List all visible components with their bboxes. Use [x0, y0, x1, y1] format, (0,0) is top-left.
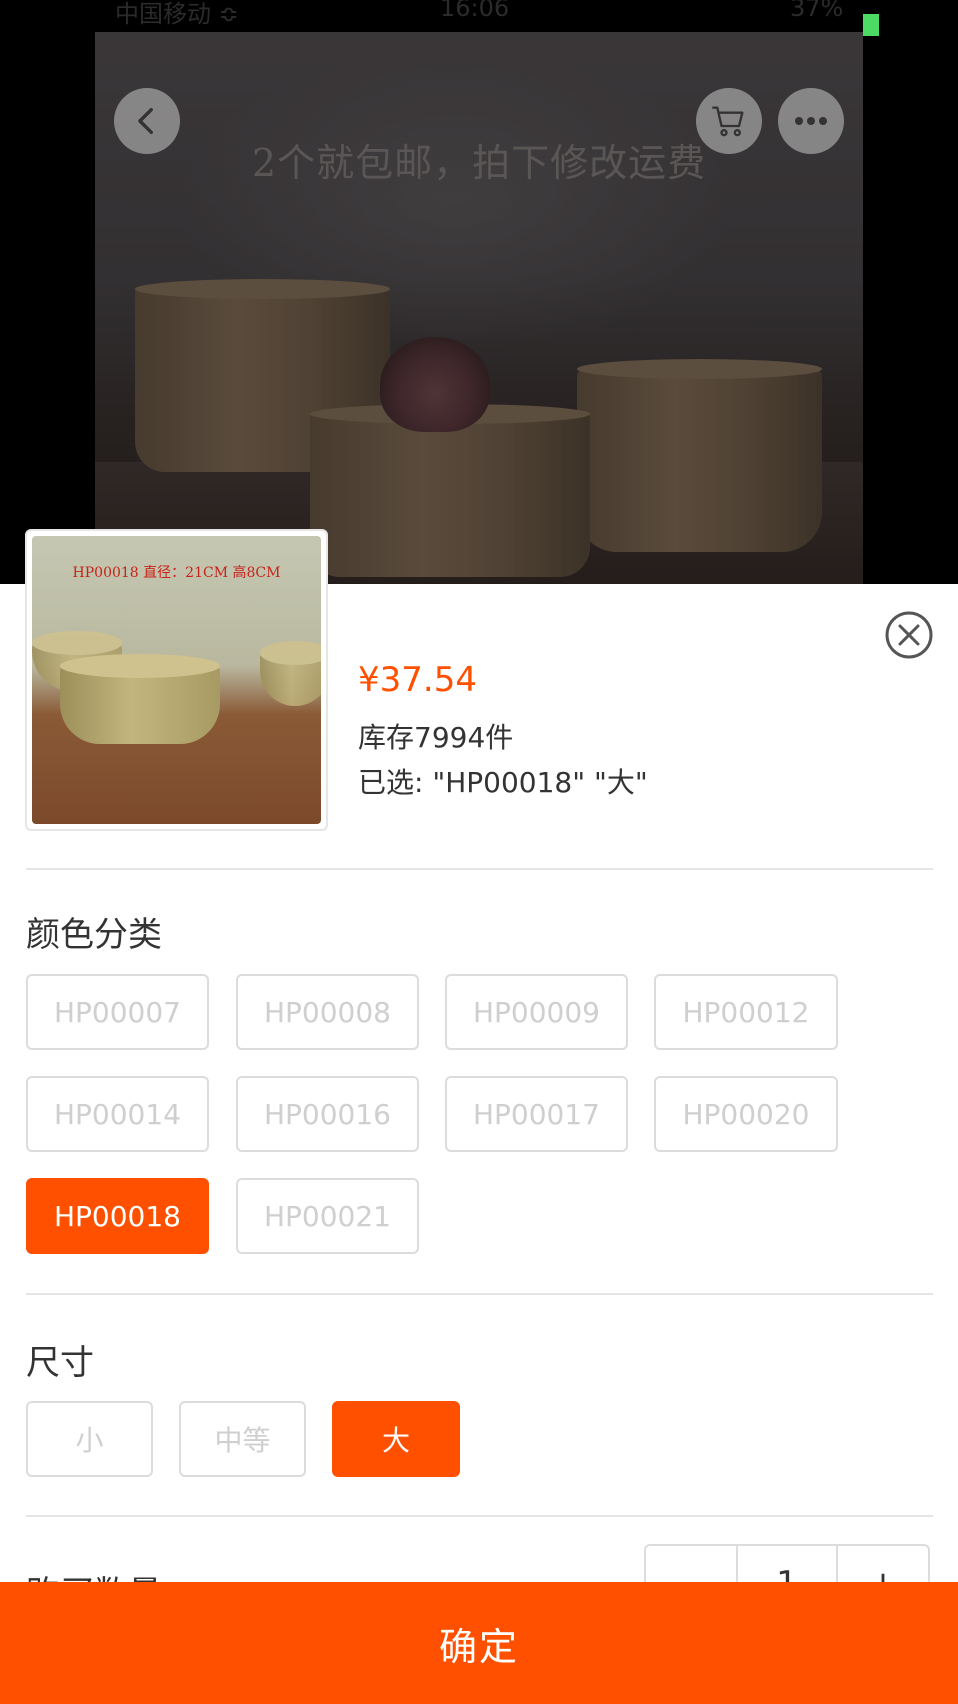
selected-summary: 已选: "HP00018" "大"	[358, 766, 648, 799]
color-option[interactable]: HP00008	[236, 974, 419, 1050]
sku-thumbnail-image: HP00018 直径：21CM 高8CM	[32, 536, 321, 824]
sku-thumbnail: HP00018 直径：21CM 高8CM	[25, 529, 328, 831]
sku-selector-page: 2个就包邮，拍下修改运费 中国移动 ≎ 16:06 37% HP00018 直径…	[0, 0, 958, 1704]
chevron-left-icon	[138, 107, 153, 135]
size-option[interactable]: 中等	[179, 1401, 306, 1477]
sku-price: ¥37.54	[358, 660, 477, 700]
close-icon[interactable]	[884, 610, 934, 660]
size-option-selected[interactable]: 大	[332, 1401, 460, 1477]
cart-icon	[712, 106, 744, 137]
size-option[interactable]: 小	[26, 1401, 153, 1477]
carrier-label: 中国移动 ≎	[115, 0, 239, 28]
back-button[interactable]	[114, 88, 180, 154]
thumbnail-caption: HP00018 直径：21CM 高8CM	[72, 565, 281, 581]
color-option[interactable]: HP00016	[236, 1076, 419, 1152]
color-option[interactable]: HP00012	[654, 974, 838, 1050]
more-dots-icon	[795, 117, 827, 125]
divider	[26, 1515, 933, 1517]
color-option[interactable]: HP00017	[445, 1076, 628, 1152]
color-option[interactable]: HP00014	[26, 1076, 209, 1152]
color-option-selected[interactable]: HP00018	[26, 1178, 209, 1254]
battery-percent: 37%	[790, 0, 844, 22]
size-section-title: 尺寸	[26, 1343, 94, 1383]
clock: 16:06	[440, 0, 510, 22]
status-bar: 中国移动 ≎ 16:06 37%	[0, 0, 958, 36]
color-option[interactable]: HP00021	[236, 1178, 419, 1254]
cart-button[interactable]	[696, 88, 762, 154]
color-option[interactable]: HP00020	[654, 1076, 838, 1152]
stock-count: 库存7994件	[358, 721, 514, 754]
divider	[26, 1293, 933, 1295]
color-section-title: 颜色分类	[26, 915, 162, 955]
more-button[interactable]	[778, 88, 844, 154]
color-option[interactable]: HP00009	[445, 974, 628, 1050]
color-option[interactable]: HP00007	[26, 974, 209, 1050]
battery-icon	[863, 14, 879, 36]
confirm-button[interactable]: 确定	[0, 1582, 958, 1704]
divider	[26, 868, 933, 870]
